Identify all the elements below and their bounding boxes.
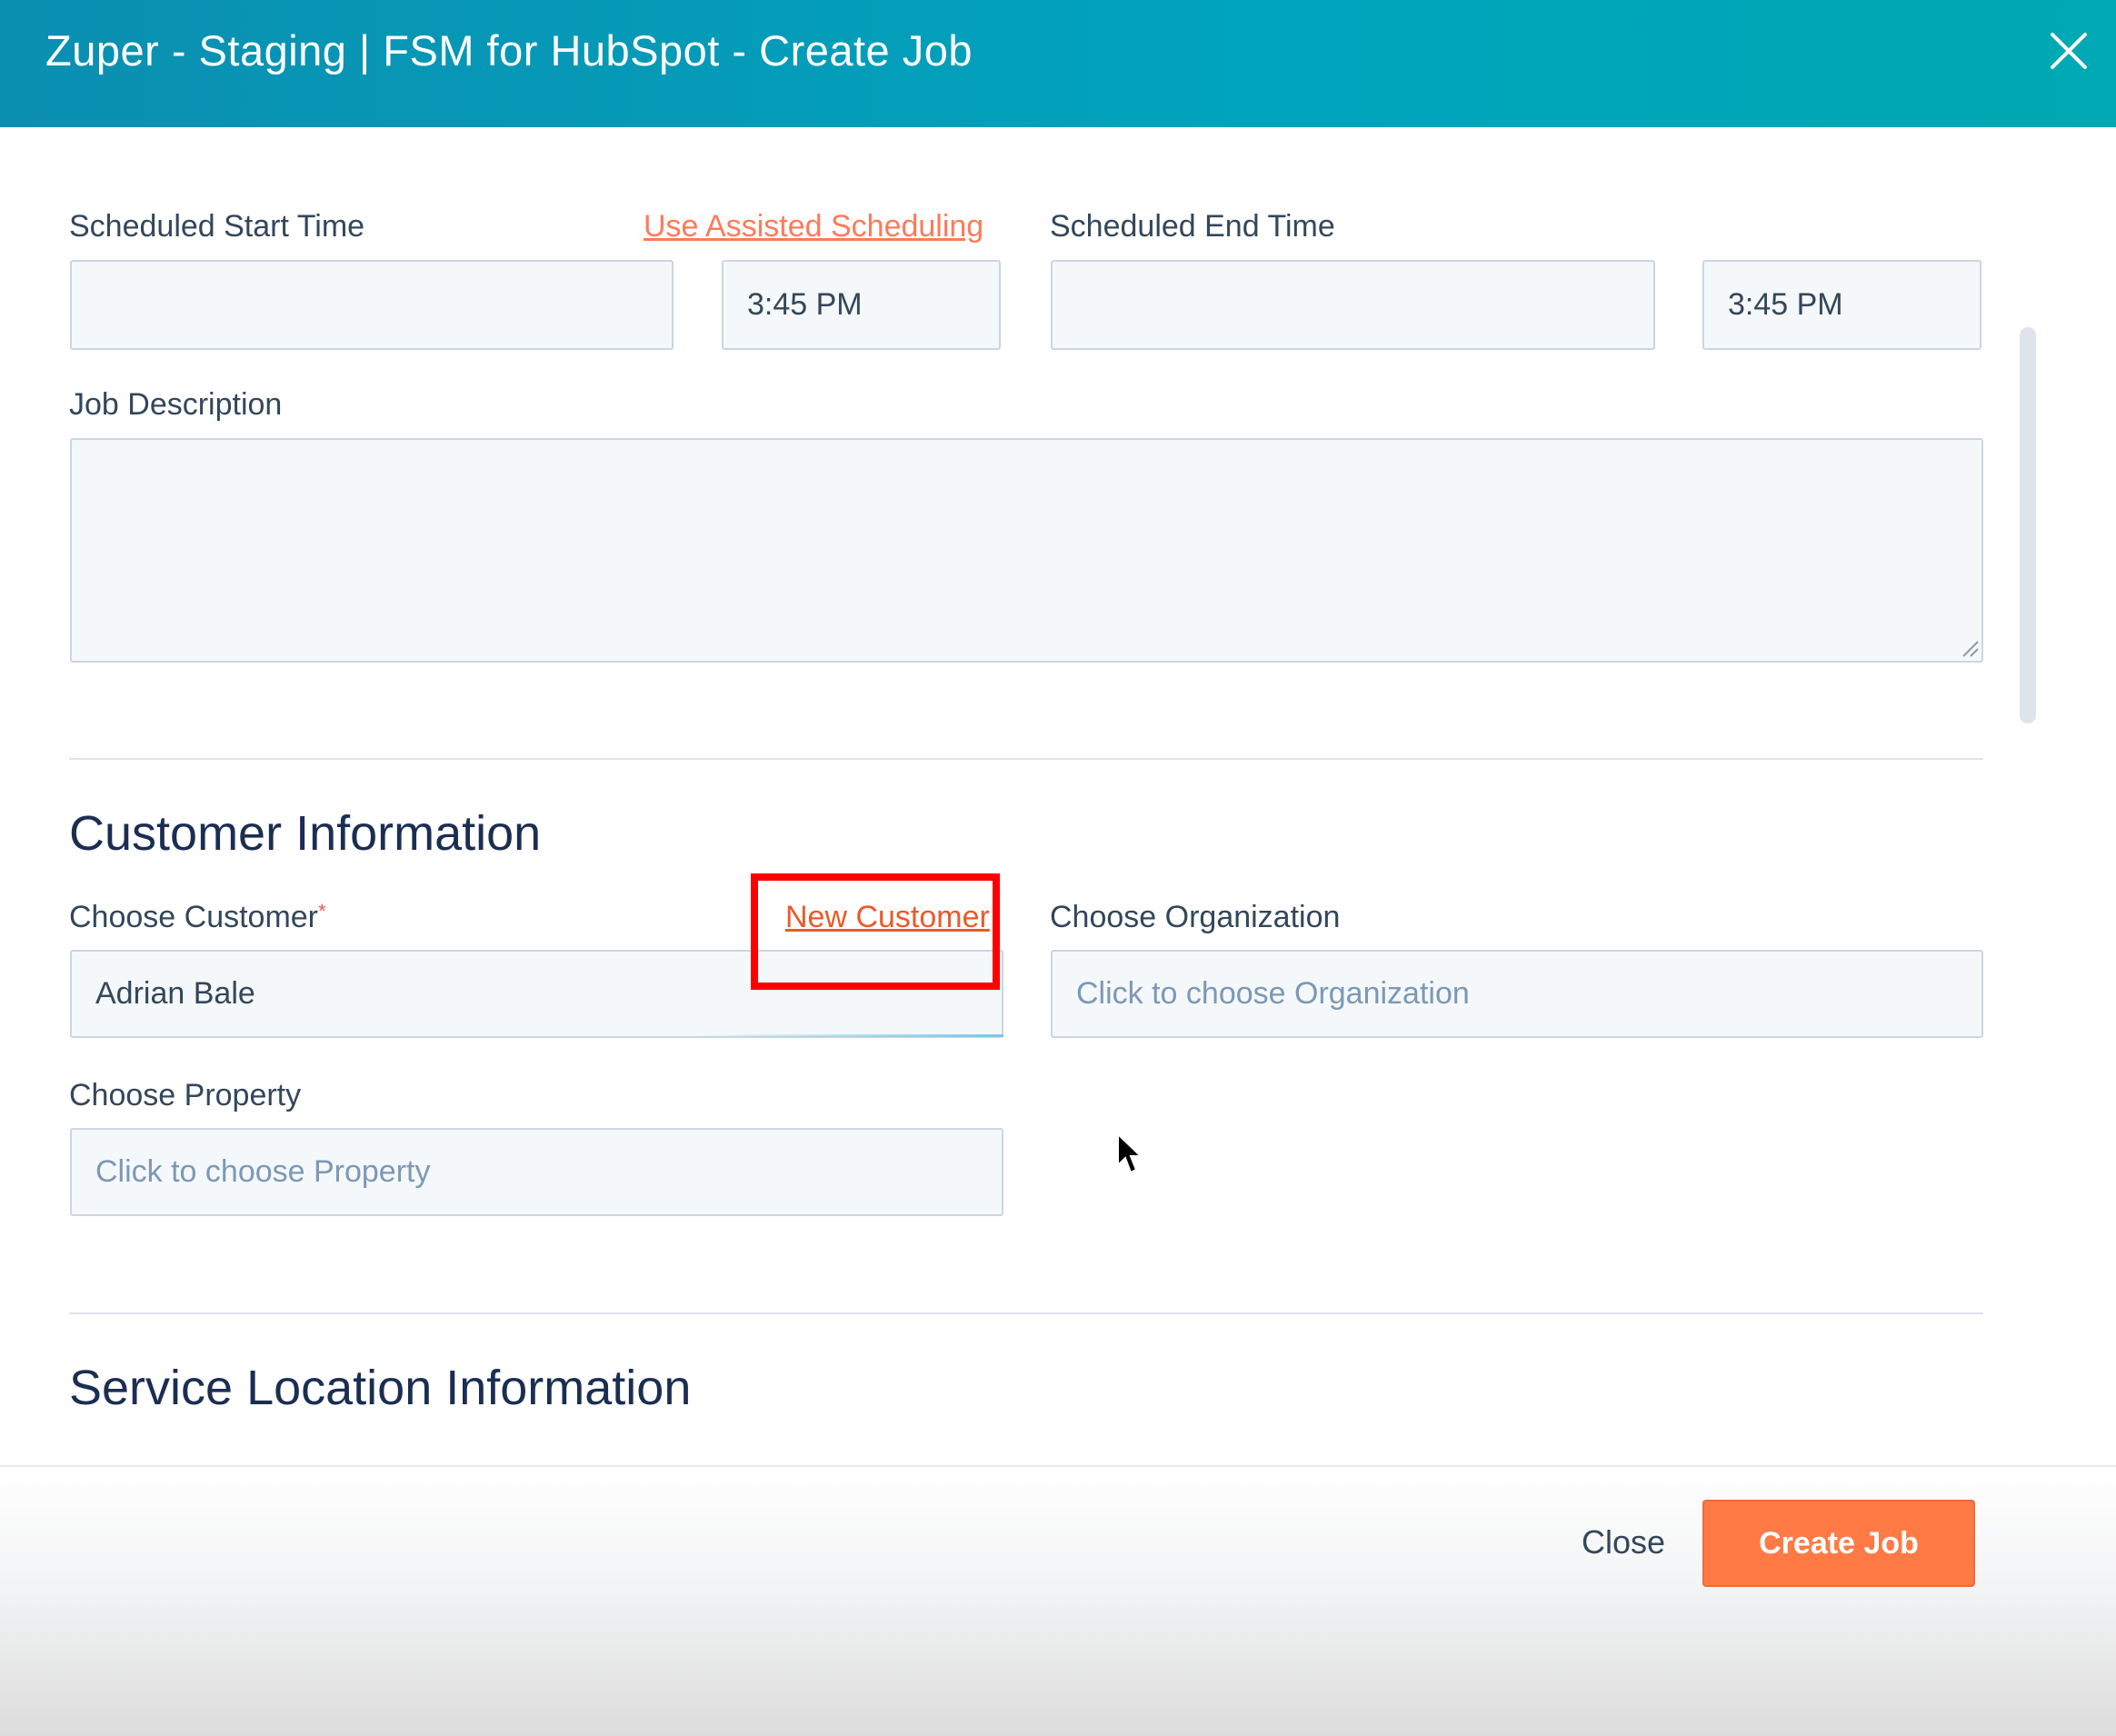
scheduled-end-time-input[interactable]: 3:45 PM xyxy=(1702,260,1981,350)
resize-grip-icon[interactable] xyxy=(1960,638,1980,658)
choose-property-label: Choose Property xyxy=(69,1078,302,1112)
input-focus-indicator xyxy=(691,1034,1003,1037)
scheduled-end-time-label: Scheduled End Time xyxy=(1050,209,1335,244)
new-customer-link[interactable]: New Customer xyxy=(785,900,990,935)
scheduled-end-date-input[interactable] xyxy=(1051,260,1655,350)
choose-organization-label: Choose Organization xyxy=(1050,900,1341,934)
close-icon[interactable] xyxy=(2049,31,2089,71)
customer-information-heading: Customer Information xyxy=(69,806,542,861)
modal-header: Zuper - Staging | FSM for HubSpot - Crea… xyxy=(0,0,2116,127)
required-marker: * xyxy=(318,900,326,923)
mouse-cursor-icon xyxy=(1117,1132,1143,1174)
job-description-label: Job Description xyxy=(69,387,283,422)
create-job-button[interactable]: Create Job xyxy=(1702,1500,1975,1587)
job-description-textarea[interactable] xyxy=(70,438,1983,663)
choose-customer-label-text: Choose Customer xyxy=(69,900,319,934)
close-button[interactable]: Close xyxy=(1582,1523,1665,1561)
modal-title: Zuper - Staging | FSM for HubSpot - Crea… xyxy=(45,26,973,75)
section-divider xyxy=(69,1312,1983,1314)
use-assisted-scheduling-link[interactable]: Use Assisted Scheduling xyxy=(644,209,983,244)
choose-customer-input[interactable]: Adrian Bale xyxy=(70,950,1003,1038)
service-location-heading: Service Location Information xyxy=(69,1361,692,1415)
scheduled-start-time-label: Scheduled Start Time xyxy=(69,209,365,244)
scheduled-start-time-input[interactable]: 3:45 PM xyxy=(722,260,1001,350)
choose-customer-label: Choose Customer* xyxy=(69,900,326,935)
choose-organization-input[interactable]: Click to choose Organization xyxy=(1051,950,1983,1038)
scheduled-start-date-input[interactable] xyxy=(70,260,674,350)
scrollbar[interactable] xyxy=(2020,327,2036,723)
section-divider xyxy=(69,758,1983,760)
choose-property-input[interactable]: Click to choose Property xyxy=(70,1128,1003,1216)
